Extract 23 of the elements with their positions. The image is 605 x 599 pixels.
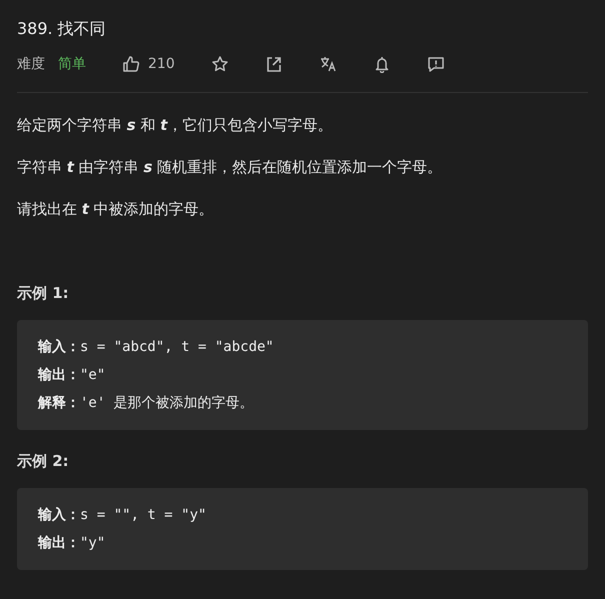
star-icon xyxy=(210,55,229,73)
example-heading: 示例 2: xyxy=(17,452,70,472)
thumbs-up-icon xyxy=(122,55,140,73)
example-line: 输入：s = "", t = "y" xyxy=(38,506,208,525)
star-button[interactable] xyxy=(210,55,229,73)
difficulty-value: 简单 xyxy=(58,55,86,73)
share-icon xyxy=(264,55,283,73)
description-paragraph: 字符串 t 由字符串 s 随机重排，然后在随机位置添加一个字母。 xyxy=(17,157,444,178)
share-button[interactable] xyxy=(264,55,283,73)
feedback-button[interactable] xyxy=(426,55,445,73)
problem-title: 389. 找不同 xyxy=(17,18,107,40)
example-line: 输出："y" xyxy=(38,534,106,553)
example-line: 输出："e" xyxy=(38,366,106,385)
example-line: 输入：s = "abcd", t = "abcde" xyxy=(38,338,275,357)
translate-button[interactable] xyxy=(318,55,337,73)
example-line: 解释：'e' 是那个被添加的字母。 xyxy=(38,394,255,413)
example-heading: 示例 1: xyxy=(17,284,70,304)
description-paragraph: 给定两个字符串 s 和 t，它们只包含小写字母。 xyxy=(17,115,334,136)
translate-icon xyxy=(318,55,337,73)
description-paragraph: 请找出在 t 中被添加的字母。 xyxy=(17,199,215,220)
like-button[interactable]: 210 xyxy=(122,55,175,73)
difficulty-label: 难度 xyxy=(17,55,45,73)
feedback-icon xyxy=(426,55,445,73)
